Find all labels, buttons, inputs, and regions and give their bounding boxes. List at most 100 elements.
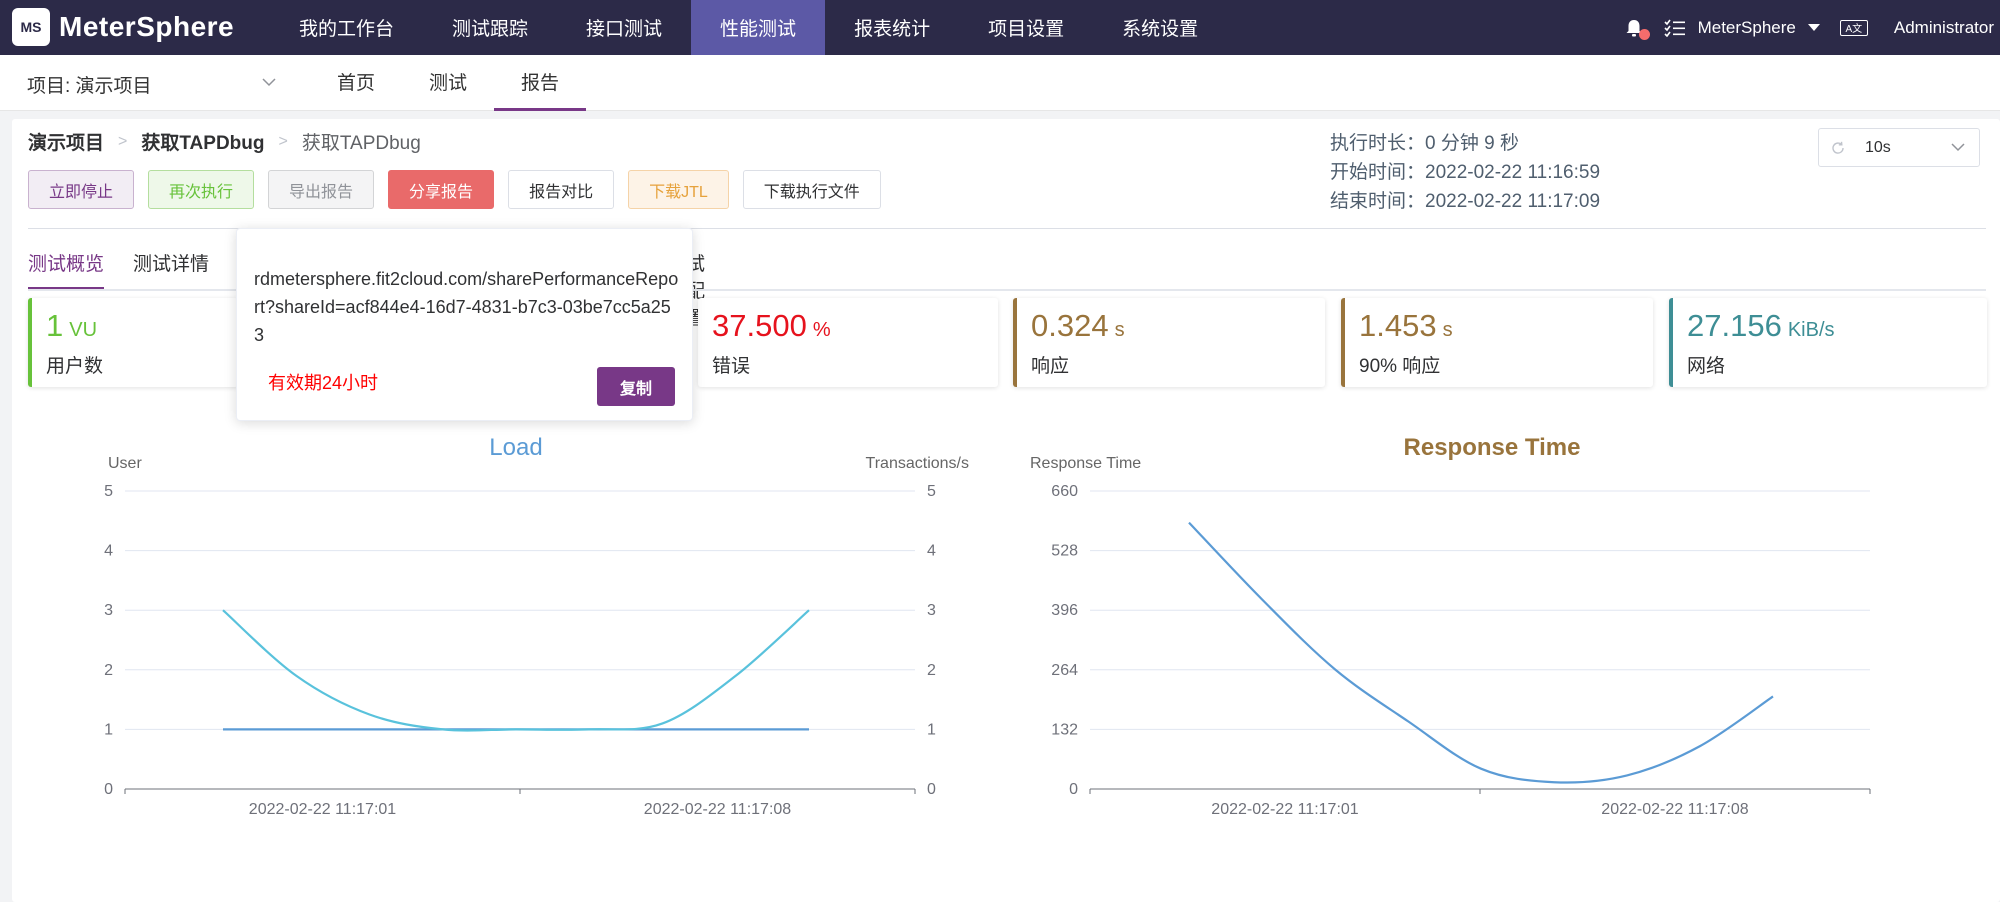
top-right-tools: MeterSphere A文 Administrator: [1624, 0, 2000, 55]
breadcrumb-test[interactable]: 获取TAPDbug: [141, 128, 264, 155]
y-axis-label: Response Time: [1030, 455, 1141, 472]
metric-card-p90-response: 1.453 s 90% 响应: [1341, 298, 1653, 387]
nav-workbench[interactable]: 我的工作台: [270, 0, 423, 55]
export-report-button[interactable]: 导出报告: [268, 170, 375, 209]
metric-label: 用户数: [46, 356, 104, 377]
start-time: 开始时间：2022-02-22 11:16:59: [1330, 162, 1601, 183]
metric-label: 90% 响应: [1359, 356, 1441, 377]
metric-card-network: 27.156 KiB/s 网络: [1669, 298, 1987, 387]
project-selector[interactable]: 项目: 演示项目: [27, 71, 152, 98]
y-tick-label: 528: [1051, 543, 1078, 560]
response-time-chart: Response Time Response Time 0 132 264 396 528 6…: [1030, 434, 1871, 818]
share-link-popover: rdmetersphere.fit2cloud.com/sharePerform…: [236, 228, 693, 421]
subtab-report[interactable]: 报告: [494, 55, 587, 111]
metric-value: 37.500%: [712, 308, 831, 343]
tab-overview[interactable]: 测试概览: [28, 249, 105, 289]
chevron-right-icon: >: [118, 132, 128, 150]
tab-details[interactable]: 测试详情: [133, 249, 209, 289]
y-tick-label: 396: [1051, 602, 1078, 619]
refresh-interval-select[interactable]: 10s: [1818, 128, 1980, 167]
language-switch-icon[interactable]: A文: [1839, 19, 1868, 36]
y-tick-label: 0: [104, 781, 113, 798]
report-tabs: 测试概览 测试详情 试配置: [28, 249, 705, 329]
breadcrumb-report: 获取TAPDbug: [301, 133, 421, 154]
subtab-home[interactable]: 首页: [310, 55, 402, 111]
subtab-test[interactable]: 测试: [402, 55, 494, 111]
metric-label: 错误: [712, 356, 751, 377]
top-navigation-bar: MS MeterSphere 我的工作台 测试跟踪 接口测试 性能测试 报表统计…: [0, 0, 2000, 55]
share-report-button[interactable]: 分享报告: [388, 170, 495, 209]
copy-button[interactable]: 复制: [597, 367, 675, 406]
notification-dot: [1638, 28, 1650, 40]
logo-text: MeterSphere: [59, 11, 235, 42]
report-toolbar: 立即停止 再次执行 导出报告 分享报告 报告对比 下载JTL 下载执行文件: [28, 170, 895, 209]
metric-card-errors: 37.500% 错误: [698, 298, 998, 387]
y-tick-label: 2: [104, 662, 113, 679]
metric-value: 1 VU: [46, 308, 98, 343]
metric-label: 网络: [1687, 356, 1726, 377]
execution-duration: 执行时长：0 分钟 9 秒: [1330, 133, 1519, 154]
nav-report-stats[interactable]: 报表统计: [825, 0, 959, 55]
y-tick-label: 132: [1051, 721, 1078, 738]
y-tick-label: 1: [104, 721, 113, 738]
load-chart: Load User Transactions/s 0 0 1 1 2 2 3 3 4 4 5 5 2022-0…: [104, 434, 969, 818]
task-list-icon[interactable]: [1664, 19, 1686, 37]
app-logo[interactable]: MS MeterSphere: [12, 6, 234, 48]
y2-axis-label: Transactions/s: [866, 455, 969, 472]
download-jtl-button[interactable]: 下载JTL: [628, 170, 729, 209]
breadcrumb-project[interactable]: 演示项目: [28, 128, 104, 155]
refresh-interval-value: 10s: [1865, 138, 1891, 156]
metric-value: 0.324 s: [1031, 308, 1125, 343]
metric-card-response: 0.324 s 响应: [1013, 298, 1325, 387]
x-tick-label: 2022-02-22 11:17:01: [1211, 801, 1358, 818]
chevron-down-icon[interactable]: [262, 77, 276, 87]
y2-tick-label: 5: [927, 483, 936, 500]
y2-tick-label: 0: [927, 781, 936, 798]
share-validity: 有效期24小时: [268, 373, 379, 393]
y-tick-label: 264: [1051, 662, 1078, 679]
y2-tick-label: 2: [927, 662, 936, 679]
y-tick-label: 4: [104, 543, 113, 560]
nav-api-test[interactable]: 接口测试: [557, 0, 691, 55]
sub-tabs: 首页 测试 报告: [310, 55, 587, 111]
download-exec-file-button[interactable]: 下载执行文件: [742, 170, 881, 209]
chevron-right-icon: >: [278, 132, 288, 150]
series-line-2: [222, 609, 810, 732]
series-line-1: [1188, 521, 1774, 784]
notification-bell-icon[interactable]: [1624, 18, 1650, 40]
rerun-button[interactable]: 再次执行: [148, 170, 255, 209]
metric-value: 1.453 s: [1359, 308, 1453, 343]
caret-down-icon[interactable]: [1807, 24, 1820, 31]
logo-mark-icon: MS: [12, 8, 50, 46]
refresh-icon: [1832, 141, 1844, 154]
organization-selector[interactable]: MeterSphere: [1698, 18, 1796, 38]
nav-test-track[interactable]: 测试跟踪: [423, 0, 557, 55]
y-tick-label: 0: [1069, 781, 1078, 798]
metric-label: 响应: [1031, 356, 1070, 377]
y2-tick-label: 3: [927, 602, 936, 619]
end-time: 结束时间：2022-02-22 11:17:09: [1330, 191, 1601, 212]
chevron-down-icon: [1951, 143, 1965, 152]
y2-tick-label: 4: [927, 543, 936, 560]
y-tick-label: 3: [104, 602, 113, 619]
nav-project-settings[interactable]: 项目设置: [959, 0, 1093, 55]
y-tick-label: 660: [1051, 483, 1078, 500]
nav-performance-test[interactable]: 性能测试: [691, 0, 826, 55]
x-tick-label: 2022-02-22 11:17:01: [249, 801, 396, 818]
stop-now-button[interactable]: 立即停止: [28, 170, 135, 209]
chart-title: Response Time: [1404, 434, 1581, 461]
main-nav: 我的工作台 测试跟踪 接口测试 性能测试 报表统计 项目设置 系统设置: [270, 0, 1227, 55]
y2-tick-label: 1: [927, 721, 936, 738]
x-tick-label: 2022-02-22 11:17:08: [1601, 801, 1748, 818]
execution-meta: 执行时长：0 分钟 9 秒 开始时间：2022-02-22 11:16:59 结…: [1330, 129, 1600, 216]
y-axis-label: User: [108, 455, 142, 472]
user-menu[interactable]: Administrator: [1894, 18, 1994, 38]
share-url[interactable]: rdmetersphere.fit2cloud.com/sharePerform…: [254, 265, 679, 349]
nav-system-settings[interactable]: 系统设置: [1093, 0, 1227, 55]
breadcrumb: 演示项目 > 获取TAPDbug > 获取TAPDbug: [28, 128, 421, 155]
x-tick-label: 2022-02-22 11:17:08: [644, 801, 791, 818]
sub-navigation-bar: 项目: 演示项目 首页 测试 报告: [0, 55, 2000, 111]
chart-title: Load: [489, 434, 542, 461]
compare-report-button[interactable]: 报告对比: [508, 170, 615, 209]
metric-card-users: 1 VU 用户数: [28, 298, 238, 387]
